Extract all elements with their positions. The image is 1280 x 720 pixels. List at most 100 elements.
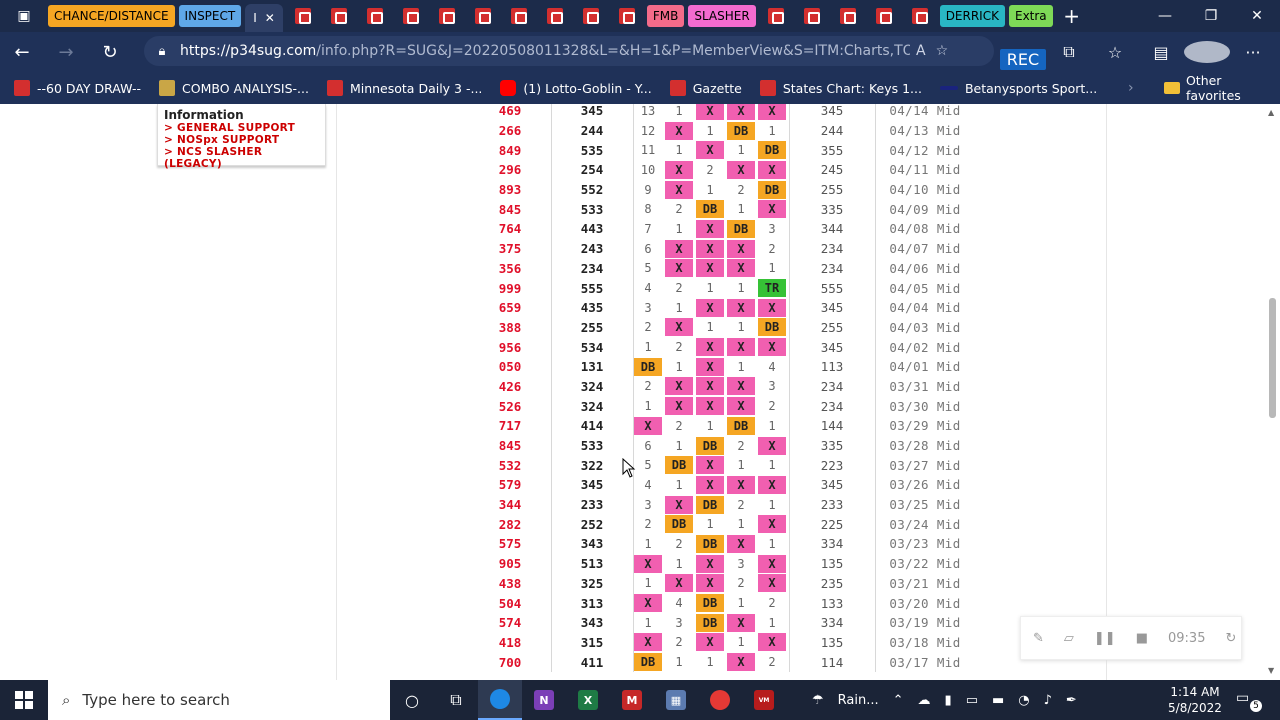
scroll-down-icon[interactable]: ▼ xyxy=(1268,666,1274,675)
tab-favicon-6[interactable] xyxy=(467,4,499,28)
profile-icon[interactable] xyxy=(1184,41,1230,63)
bookmark-item[interactable]: Gazette xyxy=(669,80,742,96)
sorted-number: 555 xyxy=(580,280,604,296)
pause-icon[interactable]: ❚❚ xyxy=(1094,631,1116,646)
excel-taskbar-icon[interactable]: X xyxy=(566,680,610,720)
scroll-up-icon[interactable]: ▲ xyxy=(1268,108,1274,117)
stop-icon[interactable]: ■ xyxy=(1136,631,1148,646)
close-tab-icon[interactable]: ✕ xyxy=(265,11,275,25)
tab-fmb[interactable]: FMB xyxy=(646,5,685,27)
tab-favicon-4[interactable] xyxy=(395,4,427,28)
usb-icon[interactable]: ▮ xyxy=(945,693,952,708)
bookmark-item[interactable]: (1) Lotto-Goblin - Y... xyxy=(500,80,652,96)
tab-favicon-12[interactable] xyxy=(796,4,828,28)
tab-inspect[interactable]: INSPECT xyxy=(178,5,242,27)
bookmark-item[interactable]: States Chart: Keys 1... xyxy=(759,80,922,96)
tab-favicon-10[interactable] xyxy=(611,4,643,28)
restart-icon[interactable]: ↻ xyxy=(1225,631,1236,646)
weather-icon[interactable]: ☂ xyxy=(812,693,824,708)
weather-text[interactable]: Rain... xyxy=(838,693,879,708)
hit-cell: 6 xyxy=(644,438,652,453)
collections-icon[interactable]: ▤ xyxy=(1138,43,1184,62)
hit-cell: DB xyxy=(758,318,786,337)
more-icon[interactable]: ··· xyxy=(1230,43,1276,62)
tray-overflow-icon[interactable]: ⌃ xyxy=(893,693,904,708)
refresh-icon[interactable]: ↻ xyxy=(88,32,132,72)
page-scrollbar[interactable]: ▲ ▼ xyxy=(1264,104,1280,680)
address-bar[interactable]: 🔒︎ https://p34sug.com/info.php?R=SUG&J=2… xyxy=(144,36,994,66)
tab-favicon-2[interactable] xyxy=(323,4,355,28)
tab-favicon-5[interactable] xyxy=(431,4,463,28)
lock-icon[interactable]: 🔒︎ xyxy=(144,44,180,59)
voicemeeter-taskbar-icon[interactable]: VM xyxy=(742,680,786,720)
tab-favicon-11[interactable] xyxy=(760,4,792,28)
tab-favicon-8[interactable] xyxy=(539,4,571,28)
other-favorites[interactable]: Other favorites xyxy=(1164,73,1280,103)
nospx-support-link[interactable]: > NOSpx SUPPORT xyxy=(164,134,319,146)
minimize-icon[interactable]: — xyxy=(1142,0,1188,32)
ncs-slasher-link[interactable]: > NCS SLASHER (LEGACY) xyxy=(164,146,319,170)
tab-actions-icon[interactable]: ▣ xyxy=(0,0,48,32)
hit-cell: 1 xyxy=(737,202,745,217)
general-support-link[interactable]: > GENERAL SUPPORT xyxy=(164,122,319,134)
tab-chance-distance[interactable]: CHANCE/DISTANCE xyxy=(48,5,175,27)
betany-icon xyxy=(939,86,958,90)
wifi-icon[interactable]: ◔ xyxy=(1018,693,1029,708)
close-window-icon[interactable]: ✕ xyxy=(1234,0,1280,32)
tab-favicon-7[interactable] xyxy=(503,4,535,28)
scrollbar-thumb[interactable] xyxy=(1269,298,1276,418)
extensions-icon[interactable]: ⧉ xyxy=(1046,42,1092,62)
hit-cell: X xyxy=(696,338,724,357)
box-number: 334 xyxy=(820,536,844,552)
taskbar-clock[interactable]: 1:14 AM 5/8/2022 xyxy=(1162,684,1228,716)
eraser-icon[interactable]: ▱ xyxy=(1064,631,1074,646)
tab-slasher[interactable]: SLASHER xyxy=(688,5,756,27)
tab-favicon-3[interactable] xyxy=(359,4,391,28)
recorder-extension-icon[interactable]: REC xyxy=(1000,35,1046,70)
edge-taskbar-icon[interactable] xyxy=(478,680,522,720)
restore-icon[interactable]: ❐ xyxy=(1188,0,1234,32)
task-view-icon[interactable]: ⧉ xyxy=(434,680,478,720)
tab-favicon-14[interactable] xyxy=(868,4,900,28)
hit-cell: X xyxy=(665,160,693,179)
hit-cell: X xyxy=(634,633,662,652)
bookmark-item[interactable]: Minnesota Daily 3 -... xyxy=(326,80,482,96)
bookmark-item[interactable]: COMBO ANALYSIS-... xyxy=(159,80,309,96)
draw-date: 03/24 Mid xyxy=(889,516,961,532)
draw-date: 04/07 Mid xyxy=(889,241,961,257)
calculator-taskbar-icon[interactable]: ▦ xyxy=(654,680,698,720)
new-tab-icon[interactable]: + xyxy=(1057,4,1087,28)
back-icon[interactable]: ← xyxy=(0,32,44,72)
read-aloud-icon[interactable]: A xyxy=(916,43,926,59)
url-text[interactable]: https://p34sug.com/info.php?R=SUG&J=2022… xyxy=(180,43,910,59)
tab-extra[interactable]: Extra xyxy=(1008,5,1053,27)
box-number: 135 xyxy=(820,634,844,650)
chrome-taskbar-icon[interactable] xyxy=(698,680,742,720)
tab-favicon-1[interactable] xyxy=(287,4,319,28)
mcafee-taskbar-icon[interactable]: M xyxy=(610,680,654,720)
bookmarks-overflow-icon[interactable]: › xyxy=(1128,80,1134,96)
notifications-icon[interactable]: ▭ 5 xyxy=(1236,690,1262,712)
site-favicon-icon xyxy=(839,8,856,24)
onedrive-icon[interactable]: ☁ xyxy=(918,693,931,708)
battery-icon[interactable]: ▬ xyxy=(992,693,1004,708)
add-favorite-icon[interactable]: ☆ xyxy=(936,43,949,59)
volume-icon[interactable]: ♪ xyxy=(1044,693,1052,708)
start-button[interactable] xyxy=(0,680,48,720)
pen-icon[interactable]: ✎ xyxy=(1033,631,1044,646)
pen-workspace-icon[interactable]: ✒ xyxy=(1066,693,1077,708)
forward-icon[interactable]: → xyxy=(44,32,88,72)
tab-favicon-9[interactable] xyxy=(575,4,607,28)
favorites-icon[interactable]: ☆ xyxy=(1092,43,1138,62)
cortana-icon[interactable]: ○ xyxy=(390,680,434,720)
display-icon[interactable]: ▭ xyxy=(966,693,978,708)
taskbar-search[interactable]: ⌕ Type here to search xyxy=(48,680,390,720)
tab-derrick[interactable]: DERRICK xyxy=(939,5,1005,27)
bookmark-item[interactable]: --60 DAY DRAW-- xyxy=(14,80,141,96)
bookmark-item[interactable]: Betanysports Sport... xyxy=(939,81,1097,96)
tab-favicon-13[interactable] xyxy=(832,4,864,28)
tab-active[interactable]: I ✕ xyxy=(245,4,283,32)
tab-favicon-15[interactable] xyxy=(904,4,936,28)
sorted-number: 411 xyxy=(580,654,604,670)
onenote-taskbar-icon[interactable]: N xyxy=(522,680,566,720)
